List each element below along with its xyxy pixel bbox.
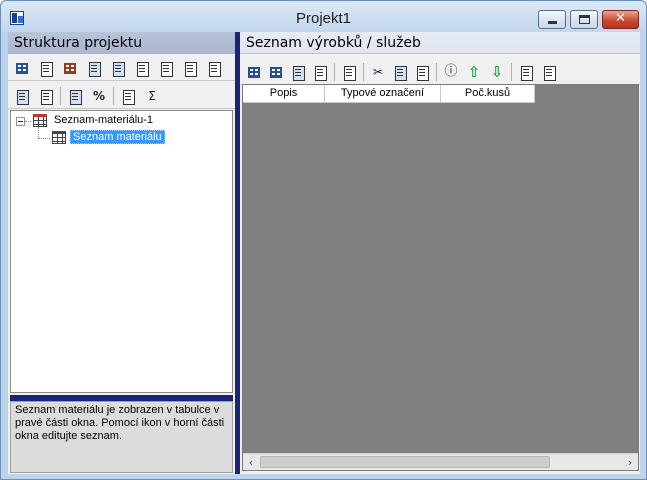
toolbar-separator bbox=[511, 63, 512, 81]
copy-table-icon[interactable] bbox=[84, 59, 104, 77]
info-icon[interactable]: ⓘ bbox=[441, 63, 461, 81]
copy-icon[interactable] bbox=[12, 87, 32, 105]
close-button[interactable]: ✕ bbox=[602, 10, 639, 29]
maximize-button[interactable] bbox=[570, 10, 598, 29]
grid-header: Popis Typové označení Poč.kusů bbox=[243, 85, 535, 103]
tree-collapse-icon[interactable] bbox=[16, 117, 25, 126]
toolbar-separator bbox=[113, 87, 114, 105]
toolbar-separator bbox=[436, 63, 437, 81]
sum-icon[interactable]: Σ bbox=[142, 87, 162, 105]
cut-icon[interactable]: ✂ bbox=[368, 63, 388, 81]
info-panel: Seznam materiálu je zobrazen v tabulce v… bbox=[10, 401, 233, 473]
products-header: Seznam výrobků / služeb bbox=[240, 32, 640, 54]
copy-icon[interactable] bbox=[390, 63, 410, 81]
scroll-left-icon[interactable]: ‹ bbox=[243, 455, 259, 470]
table-icon bbox=[52, 131, 66, 144]
table-red-icon[interactable] bbox=[60, 59, 80, 77]
find-icon[interactable] bbox=[288, 63, 308, 81]
table-two-icon[interactable] bbox=[108, 59, 128, 77]
table-three-icon[interactable] bbox=[132, 59, 152, 77]
tree-connector bbox=[38, 138, 50, 139]
maximize-icon bbox=[579, 15, 590, 24]
project-structure-header: Struktura projektu bbox=[8, 32, 235, 54]
tree-item-root[interactable]: Seznam-materiálu-1 bbox=[52, 114, 155, 126]
paste-icon[interactable] bbox=[36, 87, 56, 105]
tree-item-selected[interactable]: Seznam materiálu bbox=[70, 130, 165, 144]
table-list-icon bbox=[33, 114, 47, 127]
percent-icon[interactable]: % bbox=[89, 87, 109, 105]
minimize-icon bbox=[548, 21, 557, 24]
scroll-thumb[interactable] bbox=[260, 456, 550, 468]
toolbar-separator bbox=[334, 63, 335, 81]
table-view-icon[interactable] bbox=[36, 59, 56, 77]
products-pane: Seznam výrobků / služeb ✂ ⓘ ⇧ ⇩ Popis Ty… bbox=[240, 32, 640, 474]
column-header-type[interactable]: Typové označení bbox=[325, 85, 441, 103]
new-table-icon[interactable] bbox=[12, 59, 32, 77]
toolbar-separator bbox=[60, 87, 61, 105]
toolbar-separator bbox=[363, 63, 364, 81]
column-header-description[interactable]: Popis bbox=[243, 85, 325, 103]
products-grid[interactable]: Popis Typové označení Poč.kusů ‹ › bbox=[242, 84, 639, 471]
clear-icon[interactable] bbox=[539, 63, 559, 81]
app-window: Projekt1 ✕ Struktura projektu % Σ Seznam… bbox=[0, 0, 647, 480]
scroll-right-icon[interactable]: › bbox=[622, 455, 638, 470]
products-toolbar: ✂ ⓘ ⇧ ⇩ bbox=[240, 59, 640, 85]
move-row-up-icon[interactable]: ⇧ bbox=[464, 63, 484, 81]
tree-connector bbox=[25, 121, 31, 122]
close-icon: ✕ bbox=[615, 11, 626, 26]
move-down-icon[interactable] bbox=[180, 59, 200, 77]
delete-icon[interactable] bbox=[204, 59, 224, 77]
export-icon[interactable] bbox=[339, 63, 359, 81]
project-structure-pane: Struktura projektu % Σ Seznam-materiálu-… bbox=[8, 32, 235, 474]
project-tree[interactable]: Seznam-materiálu-1 Seznam materiálu bbox=[10, 110, 233, 393]
structure-toolbar-2: % Σ bbox=[8, 83, 235, 109]
horizontal-scrollbar[interactable]: ‹ › bbox=[243, 453, 638, 470]
calculate-icon[interactable] bbox=[118, 87, 138, 105]
title-bar[interactable]: Projekt1 ✕ bbox=[1, 1, 646, 32]
minimize-button[interactable] bbox=[538, 10, 566, 29]
move-up-icon[interactable] bbox=[156, 59, 176, 77]
properties-icon[interactable] bbox=[65, 87, 85, 105]
delete-row-icon[interactable] bbox=[310, 63, 330, 81]
column-header-quantity[interactable]: Poč.kusů bbox=[441, 85, 535, 103]
move-row-down-icon[interactable]: ⇩ bbox=[487, 63, 507, 81]
insert-child-row-icon[interactable] bbox=[266, 63, 286, 81]
insert-row-icon[interactable] bbox=[244, 63, 264, 81]
paste-icon[interactable] bbox=[412, 63, 432, 81]
structure-toolbar-1 bbox=[8, 55, 235, 81]
duplicate-icon[interactable] bbox=[516, 63, 536, 81]
